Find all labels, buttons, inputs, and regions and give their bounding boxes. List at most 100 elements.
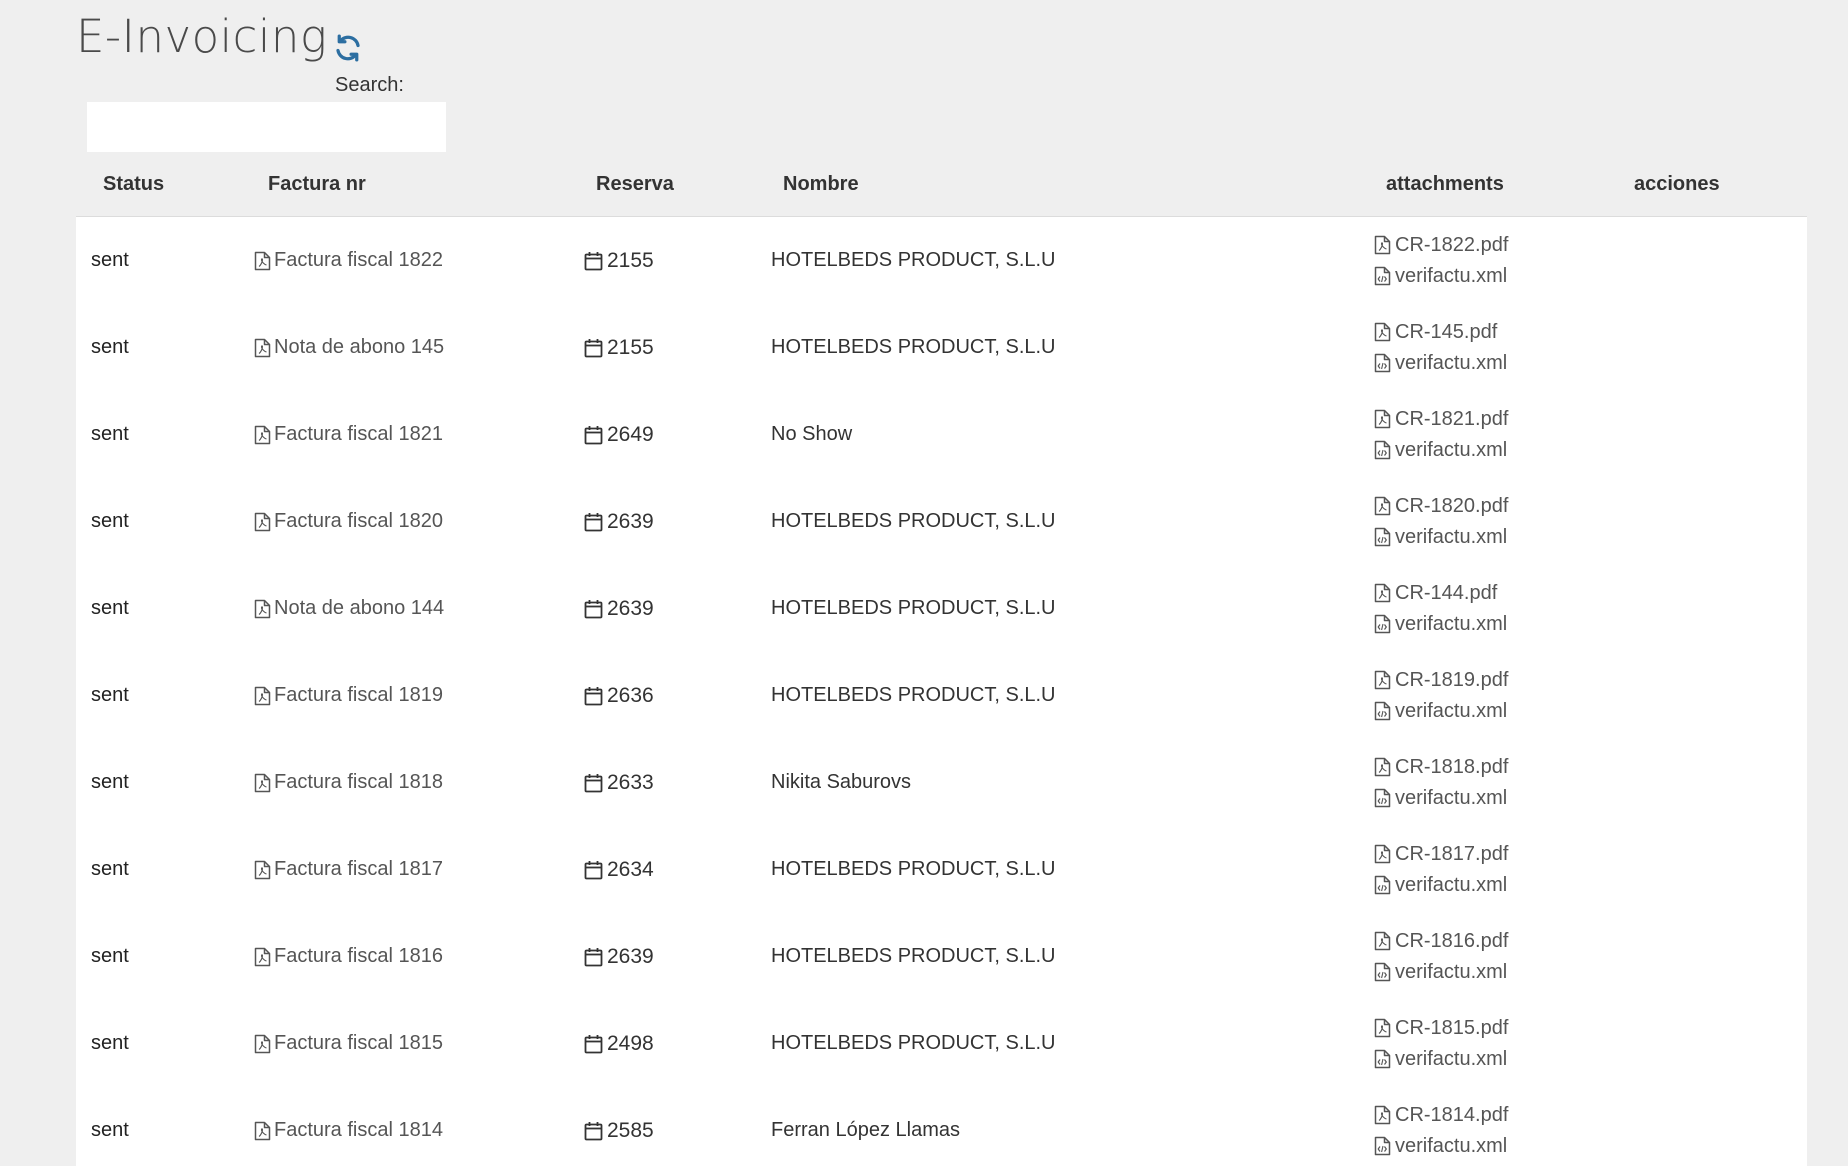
reserva-link[interactable]: 2155 xyxy=(584,304,654,391)
xml-attachment-link[interactable]: verifactu.xml xyxy=(1374,1133,1507,1160)
xml-attachment-link[interactable]: verifactu.xml xyxy=(1374,785,1507,812)
pdf-attachment-link[interactable]: CR-144.pdf xyxy=(1374,580,1497,607)
status-cell: sent xyxy=(91,217,129,304)
reserva-number: 2498 xyxy=(607,1031,654,1055)
xml-attachment-link[interactable]: verifactu.xml xyxy=(1374,350,1507,377)
pdf-attachment-link[interactable]: CR-1818.pdf xyxy=(1374,754,1508,781)
file-code-icon xyxy=(1374,788,1391,808)
factura-link[interactable]: Factura fiscal 1821 xyxy=(254,391,443,478)
file-pdf-icon xyxy=(1374,496,1391,516)
table-row: sent Factura fiscal 1822 2155 HOTELBEDS PRO… xyxy=(76,217,1807,304)
reserva-number: 2639 xyxy=(607,596,654,620)
status-cell: sent xyxy=(91,1000,129,1087)
xml-attachment-link[interactable]: verifactu.xml xyxy=(1374,872,1507,899)
attachments-cell: CR-1822.pdf verifactu.xml xyxy=(1374,217,1508,304)
factura-link[interactable]: Factura fiscal 1817 xyxy=(254,826,443,913)
factura-link[interactable]: Factura fiscal 1815 xyxy=(254,1000,443,1087)
xml-attachment-label: verifactu.xml xyxy=(1395,438,1508,461)
pdf-attachment-label: CR-1814.pdf xyxy=(1395,1103,1509,1126)
nombre-text: No Show xyxy=(771,423,853,445)
reserva-link[interactable]: 2634 xyxy=(584,826,654,913)
pdf-attachment-link[interactable]: CR-1819.pdf xyxy=(1374,667,1508,694)
reserva-link[interactable]: 2155 xyxy=(584,217,654,304)
file-pdf-icon xyxy=(254,947,271,967)
pdf-attachment-link[interactable]: CR-145.pdf xyxy=(1374,319,1497,346)
file-code-icon xyxy=(1374,353,1391,373)
factura-link[interactable]: Factura fiscal 1819 xyxy=(254,652,443,739)
xml-attachment-link[interactable]: verifactu.xml xyxy=(1374,611,1507,638)
xml-attachment-link[interactable]: verifactu.xml xyxy=(1374,263,1507,290)
file-code-icon xyxy=(1374,440,1391,460)
pdf-attachment-link[interactable]: CR-1814.pdf xyxy=(1374,1102,1508,1129)
file-code-icon xyxy=(1374,614,1391,634)
calendar-icon xyxy=(584,1121,603,1141)
pdf-attachment-link[interactable]: CR-1815.pdf xyxy=(1374,1015,1508,1042)
reserva-link[interactable]: 2636 xyxy=(584,652,654,739)
factura-link[interactable]: Nota de abono 145 xyxy=(254,304,444,391)
pdf-attachment-label: CR-1821.pdf xyxy=(1395,407,1509,430)
file-pdf-icon xyxy=(1374,1018,1391,1038)
factura-link[interactable]: Factura fiscal 1818 xyxy=(254,739,443,826)
pdf-attachment-link[interactable]: CR-1816.pdf xyxy=(1374,928,1508,955)
xml-attachment-link[interactable]: verifactu.xml xyxy=(1374,1046,1507,1073)
reserva-link[interactable]: 2633 xyxy=(584,739,654,826)
table-row: sent Factura fiscal 1817 2634 HOTELBEDS PRO… xyxy=(76,826,1807,913)
xml-attachment-link[interactable]: verifactu.xml xyxy=(1374,524,1507,551)
factura-label: Nota de abono 145 xyxy=(274,336,445,358)
pdf-attachment-label: CR-144.pdf xyxy=(1395,581,1498,604)
file-pdf-icon xyxy=(1374,235,1391,255)
factura-link[interactable]: Factura fiscal 1816 xyxy=(254,913,443,1000)
column-header-nombre[interactable]: Nombre xyxy=(783,173,859,196)
status-cell: sent xyxy=(91,391,129,478)
nombre-text: HOTELBEDS PRODUCT, S.L.U xyxy=(771,336,1056,358)
file-pdf-icon xyxy=(1374,844,1391,864)
column-header-reserva[interactable]: Reserva xyxy=(596,173,674,196)
search-input[interactable] xyxy=(87,102,446,152)
column-header-acciones[interactable]: acciones xyxy=(1634,173,1720,196)
attachments-cell: CR-1819.pdf verifactu.xml xyxy=(1374,652,1508,739)
status-text: sent xyxy=(91,945,129,967)
factura-link[interactable]: Factura fiscal 1814 xyxy=(254,1087,443,1166)
status-text: sent xyxy=(91,684,129,706)
reserva-link[interactable]: 2498 xyxy=(584,1000,654,1087)
xml-attachment-link[interactable]: verifactu.xml xyxy=(1374,959,1507,986)
factura-label: Factura fiscal 1819 xyxy=(274,684,443,706)
nombre-cell: HOTELBEDS PRODUCT, S.L.U xyxy=(771,913,1056,1000)
column-header-attachments[interactable]: attachments xyxy=(1386,173,1504,196)
factura-link[interactable]: Factura fiscal 1820 xyxy=(254,478,443,565)
column-header-status[interactable]: Status xyxy=(103,173,164,196)
refresh-icon[interactable] xyxy=(333,33,363,63)
status-text: sent xyxy=(91,336,129,358)
xml-attachment-link[interactable]: verifactu.xml xyxy=(1374,698,1507,725)
factura-link[interactable]: Nota de abono 144 xyxy=(254,565,444,652)
status-cell: sent xyxy=(91,826,129,913)
factura-label: Factura fiscal 1814 xyxy=(274,1119,443,1141)
pdf-attachment-link[interactable]: CR-1817.pdf xyxy=(1374,841,1508,868)
file-pdf-icon xyxy=(1374,583,1391,603)
factura-link[interactable]: Factura fiscal 1822 xyxy=(254,217,443,304)
file-pdf-icon xyxy=(254,599,271,619)
reserva-link[interactable]: 2649 xyxy=(584,391,654,478)
pdf-attachment-link[interactable]: CR-1821.pdf xyxy=(1374,406,1508,433)
reserva-link[interactable]: 2639 xyxy=(584,565,654,652)
reserva-number: 2639 xyxy=(607,944,654,968)
reserva-link[interactable]: 2585 xyxy=(584,1087,654,1166)
pdf-attachment-link[interactable]: CR-1820.pdf xyxy=(1374,493,1508,520)
status-cell: sent xyxy=(91,913,129,1000)
attachments-cell: CR-1818.pdf verifactu.xml xyxy=(1374,739,1508,826)
reserva-link[interactable]: 2639 xyxy=(584,913,654,1000)
file-code-icon xyxy=(1374,962,1391,982)
xml-attachment-link[interactable]: verifactu.xml xyxy=(1374,437,1507,464)
pdf-attachment-link[interactable]: CR-1822.pdf xyxy=(1374,232,1508,259)
calendar-icon xyxy=(584,599,603,619)
reserva-link[interactable]: 2639 xyxy=(584,478,654,565)
xml-attachment-label: verifactu.xml xyxy=(1395,873,1508,896)
pdf-attachment-label: CR-1819.pdf xyxy=(1395,668,1509,691)
nombre-cell: Nikita Saburovs xyxy=(771,739,911,826)
file-pdf-icon xyxy=(1374,409,1391,429)
column-header-factura[interactable]: Factura nr xyxy=(268,173,366,196)
file-pdf-icon xyxy=(1374,757,1391,777)
invoices-table: Status Factura nr Reserva Nombre attachm… xyxy=(76,160,1807,1166)
status-text: sent xyxy=(91,1032,129,1054)
nombre-cell: HOTELBEDS PRODUCT, S.L.U xyxy=(771,304,1056,391)
